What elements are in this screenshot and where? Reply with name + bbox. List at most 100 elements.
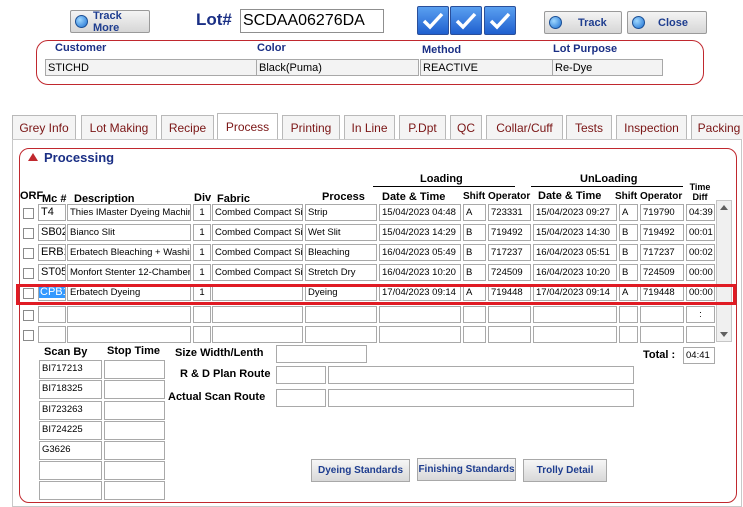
check-button-2[interactable] xyxy=(450,6,482,35)
lot-input[interactable]: SCDAA06276DA xyxy=(240,9,384,33)
cell-div[interactable]: 1 xyxy=(193,204,211,221)
cell-ld-dt[interactable] xyxy=(379,306,461,323)
track-more-button[interactable]: Track More xyxy=(70,10,150,34)
cell-ld-op[interactable]: 717237 xyxy=(488,244,531,261)
size-width-length-field[interactable] xyxy=(276,345,367,363)
tab-grey-info[interactable]: Grey Info xyxy=(12,115,76,139)
cell-process[interactable] xyxy=(305,326,377,343)
check-button-1[interactable] xyxy=(417,6,449,35)
method-field[interactable]: REACTIVE xyxy=(420,59,553,76)
track-button[interactable]: Track xyxy=(544,11,622,34)
trolly-detail-button[interactable]: Trolly Detail xyxy=(523,459,607,482)
cell-ld-op[interactable] xyxy=(488,326,531,343)
table-scrollbar[interactable] xyxy=(716,200,732,342)
cell-ld-dt[interactable]: 15/04/2023 04:48 xyxy=(379,204,461,221)
cell-ul-op[interactable] xyxy=(640,326,684,343)
cell-ul-shift[interactable] xyxy=(619,306,638,323)
cell-diff[interactable]: 04:39 xyxy=(686,204,715,221)
cell-ul-shift[interactable]: B xyxy=(619,224,638,241)
cell-ld-shift[interactable] xyxy=(463,326,486,343)
orf-checkbox[interactable] xyxy=(23,330,34,341)
tab-recipe[interactable]: Recipe xyxy=(161,115,214,139)
cell-mc[interactable] xyxy=(38,326,66,343)
stop-time-entry[interactable] xyxy=(104,401,165,420)
cell-div[interactable]: 1 xyxy=(193,244,211,261)
cell-process[interactable]: Stretch Dry xyxy=(305,264,377,281)
scan-by-entry[interactable]: G3626 xyxy=(39,441,102,460)
cell-ul-dt[interactable]: 16/04/2023 05:51 xyxy=(533,244,617,261)
cell-div[interactable]: 1 xyxy=(193,224,211,241)
cell-desc[interactable]: Erbatech Bleaching + Washing xyxy=(67,244,191,261)
cell-fabric[interactable] xyxy=(212,326,303,343)
actual-scan-route-field-2[interactable] xyxy=(328,389,634,407)
orf-checkbox[interactable] xyxy=(23,208,34,219)
cell-mc[interactable]: T4 xyxy=(38,204,66,221)
actual-scan-route-field-1[interactable] xyxy=(276,389,326,407)
cell-fabric[interactable]: Combed Compact Sir xyxy=(212,244,303,261)
dyeing-standards-button[interactable]: Dyeing Standards xyxy=(311,459,410,482)
cell-ul-op[interactable]: 719492 xyxy=(640,224,684,241)
cell-ul-shift[interactable] xyxy=(619,326,638,343)
orf-checkbox[interactable] xyxy=(23,248,34,259)
orf-checkbox[interactable] xyxy=(23,268,34,279)
scroll-up-icon[interactable] xyxy=(720,205,728,210)
cell-ld-op[interactable] xyxy=(488,306,531,323)
cell-diff[interactable]: 00:01 xyxy=(686,224,715,241)
cell-diff[interactable]: 00:00 xyxy=(686,264,715,281)
tab-packing[interactable]: Packing xyxy=(691,115,743,139)
cell-desc[interactable]: Thies IMaster Dyeing Machin xyxy=(67,204,191,221)
tab-printing[interactable]: Printing xyxy=(282,115,340,139)
cell-ld-shift[interactable] xyxy=(463,306,486,323)
cell-ld-op[interactable]: 724509 xyxy=(488,264,531,281)
cell-div[interactable]: 1 xyxy=(193,264,211,281)
cell-desc[interactable] xyxy=(67,326,191,343)
cell-process[interactable]: Strip xyxy=(305,204,377,221)
cell-fabric[interactable]: Combed Compact Sir xyxy=(212,264,303,281)
scroll-down-icon[interactable] xyxy=(720,332,728,337)
cell-desc[interactable]: Bianco Slit xyxy=(67,224,191,241)
stop-time-entry[interactable] xyxy=(104,441,165,460)
cell-ul-shift[interactable]: A xyxy=(619,204,638,221)
cell-fabric[interactable] xyxy=(212,306,303,323)
rd-plan-route-field-2[interactable] xyxy=(328,366,634,384)
check-button-3[interactable] xyxy=(484,6,516,35)
cell-ul-dt[interactable]: 15/04/2023 14:30 xyxy=(533,224,617,241)
cell-diff[interactable] xyxy=(686,326,715,343)
scan-by-entry[interactable]: BI717213 xyxy=(39,360,102,379)
cell-ul-shift[interactable]: B xyxy=(619,244,638,261)
cell-process[interactable] xyxy=(305,306,377,323)
stop-time-entry[interactable] xyxy=(104,380,165,399)
cell-ld-shift[interactable]: A xyxy=(463,204,486,221)
cell-ld-shift[interactable]: B xyxy=(463,224,486,241)
tab-tests[interactable]: Tests xyxy=(566,115,612,139)
tab-lot-making[interactable]: Lot Making xyxy=(81,115,157,139)
cell-ld-dt[interactable]: 15/04/2023 14:29 xyxy=(379,224,461,241)
stop-time-entry[interactable] xyxy=(104,421,165,440)
cell-fabric[interactable]: Combed Compact Sir xyxy=(212,204,303,221)
cell-ul-op[interactable]: 719790 xyxy=(640,204,684,221)
stop-time-entry[interactable] xyxy=(104,360,165,379)
customer-field[interactable]: STICHD xyxy=(45,59,258,76)
tab-process[interactable]: Process xyxy=(217,113,278,140)
cell-mc[interactable] xyxy=(38,306,66,323)
tab-collar-cuff[interactable]: Collar/Cuff xyxy=(486,115,563,139)
stop-time-entry[interactable] xyxy=(104,461,165,480)
lot-purpose-field[interactable]: Re-Dye xyxy=(552,59,663,76)
cell-mc[interactable]: ST05 xyxy=(38,264,66,281)
cell-ul-dt[interactable] xyxy=(533,326,617,343)
cell-ul-dt[interactable]: 15/04/2023 09:27 xyxy=(533,204,617,221)
tab-in-line[interactable]: In Line xyxy=(344,115,395,139)
cell-mc[interactable]: ERB1 xyxy=(38,244,66,261)
color-field[interactable]: Black(Puma) xyxy=(256,59,419,76)
finishing-standards-button[interactable]: Finishing Standards xyxy=(417,458,516,481)
scan-by-entry[interactable] xyxy=(39,481,102,500)
orf-checkbox[interactable] xyxy=(23,310,34,321)
rd-plan-route-field-1[interactable] xyxy=(276,366,326,384)
cell-ld-shift[interactable]: B xyxy=(463,244,486,261)
stop-time-entry[interactable] xyxy=(104,481,165,500)
cell-ul-op[interactable]: 724509 xyxy=(640,264,684,281)
tab-inspection[interactable]: Inspection xyxy=(616,115,687,139)
cell-div[interactable] xyxy=(193,306,211,323)
cell-div[interactable] xyxy=(193,326,211,343)
cell-ld-op[interactable]: 719492 xyxy=(488,224,531,241)
